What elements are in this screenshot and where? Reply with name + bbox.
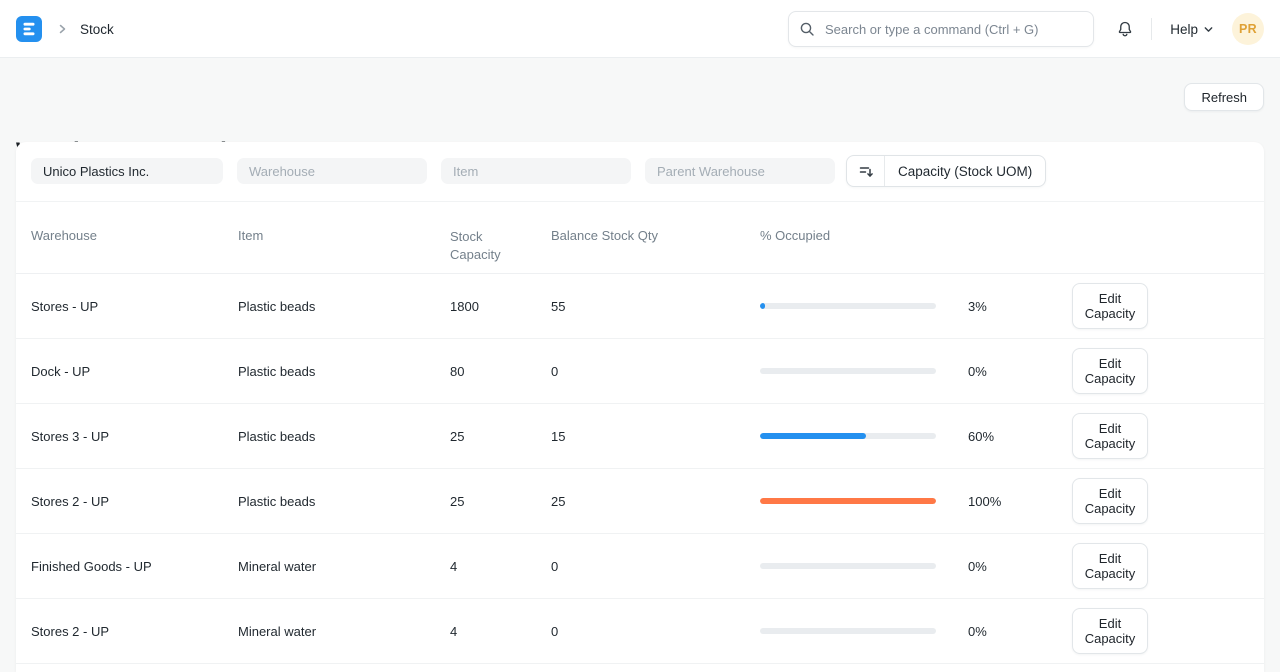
table-row: Stores 2 - UP Mineral water 4 0 0% Edit …: [16, 599, 1264, 664]
cell-percent-occupied: 0%: [936, 364, 1072, 379]
cell-balance-qty: 15: [551, 429, 760, 444]
cell-stock-capacity: 1800: [450, 299, 551, 314]
edit-capacity-button[interactable]: Edit Capacity: [1072, 283, 1148, 329]
app-logo-icon[interactable]: [16, 16, 42, 42]
table-row: Stores 2 - UP Plastic beads 25 25 100% E…: [16, 469, 1264, 534]
cell-actions: Edit Capacity: [1072, 478, 1249, 524]
cell-item: Plastic beads: [238, 364, 450, 379]
warehouse-filter-input[interactable]: [237, 158, 427, 184]
column-header-stock-capacity: Stock Capacity: [450, 228, 551, 264]
progress-bar-track: [760, 498, 936, 504]
page-head: Warehouse Capacity Summary Refresh: [0, 58, 1280, 142]
progress-bar-track: [760, 563, 936, 569]
column-header-balance-stock-qty: Balance Stock Qty: [551, 228, 760, 243]
cell-percent-occupied: 100%: [936, 494, 1072, 509]
cell-actions: Edit Capacity: [1072, 348, 1249, 394]
help-menu[interactable]: Help: [1170, 22, 1214, 37]
cell-occupancy-bar: [760, 368, 936, 374]
column-header-item: Item: [238, 228, 450, 243]
sort-direction-button[interactable]: [847, 156, 885, 186]
cell-stock-capacity: 25: [450, 494, 551, 509]
column-header-percent-occupied: % Occupied: [760, 228, 936, 243]
parent-warehouse-filter-input[interactable]: [645, 158, 835, 184]
navbar-right: Help PR: [1115, 0, 1264, 58]
cell-balance-qty: 0: [551, 559, 760, 574]
cell-occupancy-bar: [760, 303, 936, 309]
breadcrumb-chevron-icon: [56, 23, 68, 35]
table-header: Warehouse Item Stock Capacity Balance St…: [16, 202, 1264, 274]
cell-item: Plastic beads: [238, 494, 450, 509]
cell-occupancy-bar: [760, 563, 936, 569]
cell-stock-capacity: 80: [450, 364, 551, 379]
cell-item: Mineral water: [238, 559, 450, 574]
cell-percent-occupied: 0%: [936, 559, 1072, 574]
table-row: Dock - UP Plastic beads 80 0 0% Edit Cap…: [16, 339, 1264, 404]
search-icon: [799, 21, 823, 37]
cell-percent-occupied: 0%: [936, 624, 1072, 639]
cell-balance-qty: 0: [551, 364, 760, 379]
cell-stock-capacity: 4: [450, 624, 551, 639]
cell-stock-capacity: 4: [450, 559, 551, 574]
user-avatar[interactable]: PR: [1232, 13, 1264, 45]
navbar-left: Stock: [16, 0, 114, 58]
cell-occupancy-bar: [760, 628, 936, 634]
refresh-button[interactable]: Refresh: [1184, 83, 1264, 111]
cell-warehouse: Stores 2 - UP: [31, 624, 238, 639]
cell-warehouse: Stores 2 - UP: [31, 494, 238, 509]
filter-bar: Capacity (Stock UOM): [16, 142, 1264, 202]
report-card: Capacity (Stock UOM) Warehouse Item Stoc…: [16, 142, 1264, 672]
cell-warehouse: Stores - UP: [31, 299, 238, 314]
cell-balance-qty: 0: [551, 624, 760, 639]
table-row: Stores 3 - UP Plastic beads 25 15 60% Ed…: [16, 404, 1264, 469]
cell-actions: Edit Capacity: [1072, 608, 1249, 654]
cell-occupancy-bar: [760, 498, 936, 504]
progress-bar-track: [760, 433, 936, 439]
cell-percent-occupied: 3%: [936, 299, 1072, 314]
cell-warehouse: Finished Goods - UP: [31, 559, 238, 574]
cell-actions: Edit Capacity: [1072, 413, 1249, 459]
table-row: Stores - UP Plastic beads 1800 55 3% Edi…: [16, 274, 1264, 339]
navbar: Stock Help PR: [0, 0, 1280, 58]
cell-actions: Edit Capacity: [1072, 543, 1249, 589]
sort-descending-icon: [858, 163, 874, 179]
progress-bar-track: [760, 368, 936, 374]
progress-bar-fill: [760, 303, 765, 309]
cell-percent-occupied: 60%: [936, 429, 1072, 444]
cell-warehouse: Stores 3 - UP: [31, 429, 238, 444]
cell-warehouse: Dock - UP: [31, 364, 238, 379]
column-header-warehouse: Warehouse: [31, 228, 238, 243]
cell-actions: Edit Capacity: [1072, 283, 1249, 329]
cell-occupancy-bar: [760, 433, 936, 439]
table-body: Stores - UP Plastic beads 1800 55 3% Edi…: [16, 274, 1264, 664]
edit-capacity-button[interactable]: Edit Capacity: [1072, 608, 1148, 654]
search-input[interactable]: [823, 21, 1083, 38]
progress-bar-track: [760, 303, 936, 309]
cell-item: Plastic beads: [238, 429, 450, 444]
breadcrumb-stock[interactable]: Stock: [80, 22, 114, 37]
edit-capacity-button[interactable]: Edit Capacity: [1072, 413, 1148, 459]
table-row: Finished Goods - UP Mineral water 4 0 0%…: [16, 534, 1264, 599]
progress-bar-fill: [760, 433, 866, 439]
edit-capacity-button[interactable]: Edit Capacity: [1072, 543, 1148, 589]
help-label: Help: [1170, 22, 1198, 37]
progress-bar-fill: [760, 498, 936, 504]
chevron-down-icon: [1203, 24, 1214, 35]
sort-selector: Capacity (Stock UOM): [846, 155, 1046, 187]
cell-item: Plastic beads: [238, 299, 450, 314]
edit-capacity-button[interactable]: Edit Capacity: [1072, 478, 1148, 524]
company-filter-input[interactable]: [31, 158, 223, 184]
sort-field-button[interactable]: Capacity (Stock UOM): [885, 156, 1045, 186]
cell-balance-qty: 55: [551, 299, 760, 314]
item-filter-input[interactable]: [441, 158, 631, 184]
notifications-bell-icon[interactable]: [1115, 19, 1135, 39]
global-search[interactable]: [788, 11, 1094, 47]
navbar-divider: [1151, 18, 1152, 40]
progress-bar-track: [760, 628, 936, 634]
cell-stock-capacity: 25: [450, 429, 551, 444]
cell-item: Mineral water: [238, 624, 450, 639]
cell-balance-qty: 25: [551, 494, 760, 509]
edit-capacity-button[interactable]: Edit Capacity: [1072, 348, 1148, 394]
